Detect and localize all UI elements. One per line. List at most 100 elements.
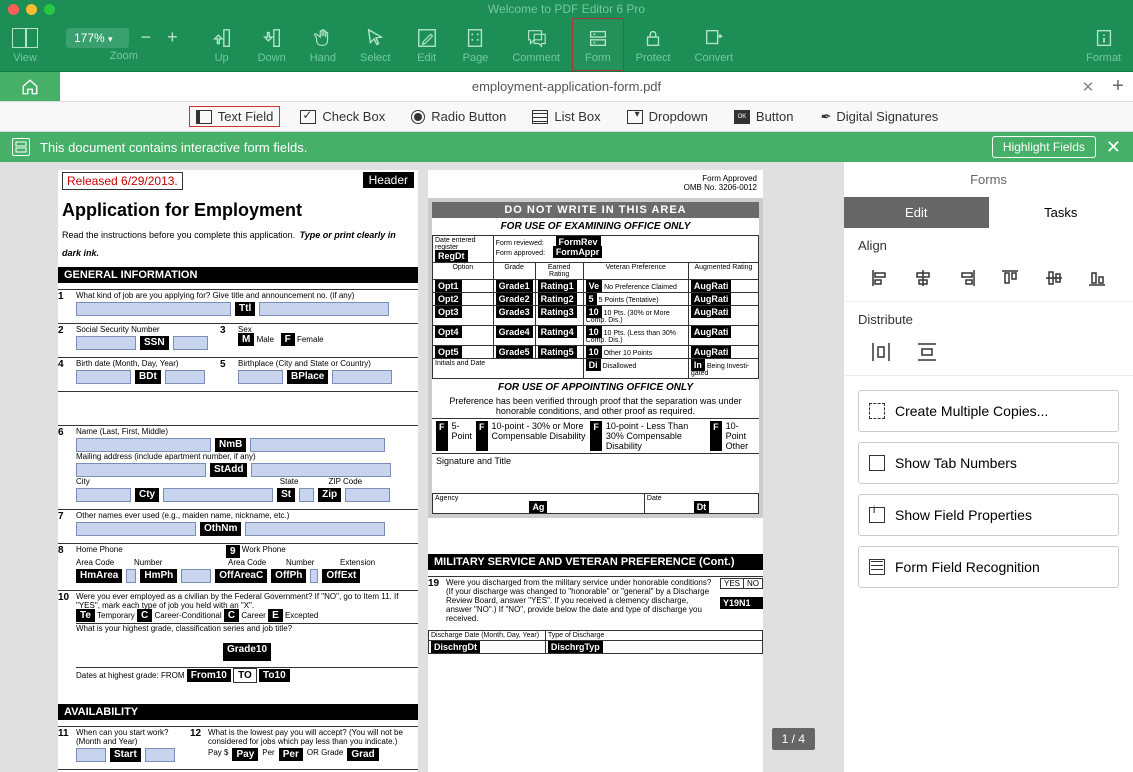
list-box-tool[interactable]: List Box [526, 107, 606, 126]
text-field-tool[interactable]: Text Field [189, 106, 281, 127]
th-option: Option [433, 263, 494, 280]
hand-button[interactable]: Hand [298, 18, 348, 71]
view-label: View [13, 52, 37, 64]
q11: When can you start work? (Month and Year… [76, 728, 168, 746]
protect-button[interactable]: Protect [624, 18, 683, 71]
dropdown-tool[interactable]: Dropdown [621, 107, 714, 126]
field-f: F [281, 333, 295, 346]
listbox-icon [532, 110, 548, 124]
close-tab-button[interactable]: ✕ [1073, 78, 1103, 96]
field-grade2: Grade2 [496, 293, 533, 305]
q4-text: Birth date (Month, Day, Year) [76, 359, 179, 368]
page-button[interactable]: Page [451, 18, 501, 71]
page-icon [463, 26, 487, 50]
digital-signature-label: Digital Signatures [836, 109, 938, 124]
q6-city: City [76, 477, 90, 486]
th-earned: Earned Rating [535, 263, 583, 280]
window-zoom[interactable] [44, 4, 55, 15]
hand-label: Hand [310, 52, 336, 64]
q6-zip: ZIP Code [328, 477, 362, 486]
cursor-icon [363, 26, 387, 50]
q12: What is the lowest pay you will accept? … [208, 728, 403, 746]
comment-label: Comment [512, 52, 560, 64]
q10-text: Were you ever employed as a civilian by … [76, 592, 398, 610]
application-title: Application for Employment [62, 200, 414, 221]
recognition-label: Form Field Recognition [895, 559, 1040, 575]
field-grade5: Grade5 [496, 346, 533, 358]
button-tool[interactable]: OK Button [728, 107, 800, 126]
align-bottom-button[interactable] [1084, 265, 1110, 291]
field-bdt: BDt [135, 370, 161, 384]
do-not-write: DO NOT WRITE IN THIS AREA [432, 202, 759, 218]
q19-no: NO [744, 579, 762, 588]
radio-button-tool[interactable]: Radio Button [405, 107, 512, 126]
window-minimize[interactable] [26, 4, 37, 15]
window-close[interactable] [8, 4, 19, 15]
document-canvas[interactable]: Released 6/29/2013. Header Application f… [0, 162, 843, 772]
comment-button[interactable]: Comment [500, 18, 572, 71]
th-aug: Augmented Rating [688, 263, 758, 280]
zoom-in-button[interactable]: + [159, 27, 186, 48]
down-label: Down [258, 52, 286, 64]
zoom-out-button[interactable]: − [133, 27, 160, 48]
page-up-icon [210, 26, 234, 50]
document-filename: employment-application-form.pdf [60, 79, 1073, 94]
tab-edit[interactable]: Edit [844, 197, 989, 228]
list-box-label: List Box [554, 109, 600, 124]
new-tab-button[interactable]: + [1103, 75, 1133, 98]
q6b-text: Mailing address (include apartment numbe… [76, 452, 256, 461]
examining-title: FOR USE OF EXAMINING OFFICE ONLY [432, 218, 759, 235]
show-field-properties-button[interactable]: i Show Field Properties [858, 494, 1119, 536]
align-right-button[interactable] [954, 265, 980, 291]
field-stadd: StAdd [210, 463, 247, 477]
text-field-label: Text Field [218, 109, 274, 124]
highlight-fields-button[interactable]: Highlight Fields [992, 136, 1096, 158]
show-tabs-label: Show Tab Numbers [895, 455, 1017, 471]
info-close-button[interactable]: ✕ [1106, 137, 1121, 158]
window-title: Welcome to PDF Editor 6 Pro [488, 2, 645, 16]
up-button[interactable]: Up [198, 18, 246, 71]
form-approved-1: Form Approved [428, 174, 757, 183]
r-form-rev: Form reviewed: [496, 240, 544, 247]
r-date-reg: Date entered register [435, 237, 475, 251]
field-rating4: Rating4 [538, 326, 577, 338]
tab-tasks[interactable]: Tasks [989, 197, 1133, 228]
align-center-v-button[interactable] [1041, 265, 1067, 291]
align-top-button[interactable] [997, 265, 1023, 291]
field-rating3: Rating3 [538, 306, 577, 318]
home-button[interactable] [0, 72, 60, 101]
appointing-title: FOR USE OF APPOINTING OFFICE ONLY [432, 379, 759, 396]
align-left-button[interactable] [867, 265, 893, 291]
form-button[interactable]: Form [572, 18, 624, 71]
field-rating2: Rating2 [538, 293, 577, 305]
field-grade3: Grade3 [496, 306, 533, 318]
q12-or: OR Grade [307, 748, 343, 761]
field-hmarea: HmArea [76, 569, 122, 583]
header-chip: Header [363, 172, 414, 188]
down-button[interactable]: Down [246, 18, 298, 71]
view-button[interactable]: View [0, 18, 50, 71]
zoom-select[interactable]: 177% ▾ [66, 28, 129, 48]
field-c2: C [224, 609, 239, 622]
distribute-h-button[interactable] [868, 339, 894, 365]
digital-signature-tool[interactable]: ✒︎ Digital Signatures [814, 107, 945, 127]
field-te: Te [76, 609, 95, 622]
zoom-control[interactable]: 177% ▾ − + Zoom [50, 18, 198, 71]
select-button[interactable]: Select [348, 18, 403, 71]
field-dischrgtyp: DischrgTyp [548, 641, 603, 653]
button-icon: OK [734, 110, 750, 124]
distribute-v-button[interactable] [914, 339, 940, 365]
show-props-label: Show Field Properties [895, 507, 1032, 523]
align-center-h-button[interactable] [910, 265, 936, 291]
field-regdt: RegDt [435, 250, 468, 262]
comment-icon [524, 26, 548, 50]
convert-button[interactable]: Convert [683, 18, 746, 71]
form-field-recognition-button[interactable]: Form Field Recognition [858, 546, 1119, 588]
create-multiple-copies-button[interactable]: Create Multiple Copies... [858, 390, 1119, 432]
check-box-tool[interactable]: Check Box [294, 107, 391, 126]
show-tab-numbers-button[interactable]: Show Tab Numbers [858, 442, 1119, 484]
edit-button[interactable]: Edit [403, 18, 451, 71]
page-indicator: 1 / 4 [772, 728, 815, 750]
section-general: GENERAL INFORMATION [58, 267, 418, 283]
format-button[interactable]: Format [1074, 18, 1133, 71]
